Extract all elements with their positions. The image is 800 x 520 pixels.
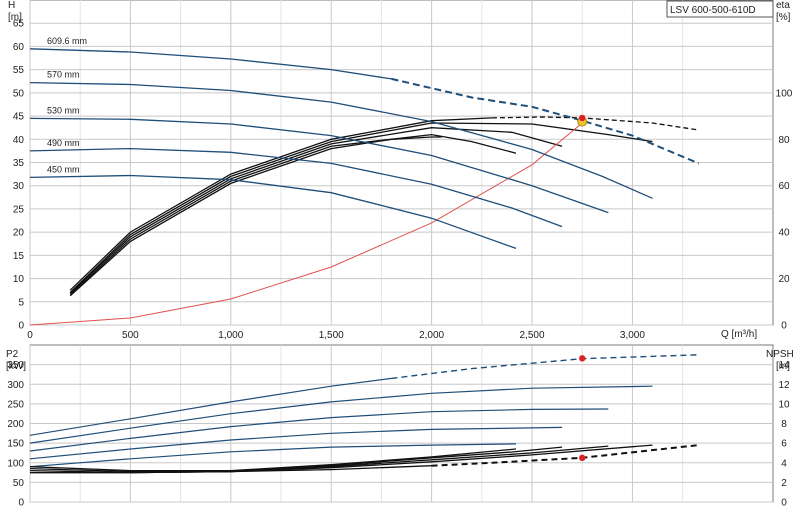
npsh-tick-label: 2	[781, 478, 787, 489]
impeller-diameter-label: 490 mm	[47, 138, 80, 148]
impeller-diameter-label: 570 mm	[47, 70, 80, 80]
p2-tick-label: 200	[7, 419, 24, 430]
pump-performance-chart: 0 500 1,000 1,500 2,000 2,500 3,00005101520253…	[6, 0, 794, 509]
y2-axis-unit: [%]	[776, 12, 791, 23]
p2-axis-label: P2	[6, 349, 19, 360]
impeller-diameter-label: 450 mm	[47, 164, 80, 174]
p2-tick-label: 150	[7, 439, 24, 450]
x-axis-label: Q [m³/h]	[721, 329, 757, 340]
x-tick-label: 2,000	[419, 330, 444, 341]
model-label: LSV 600-500-610D	[670, 5, 756, 16]
y-tick-label: 55	[13, 65, 25, 76]
y-tick-label: 20	[13, 228, 25, 239]
impeller-diameter-label: 609.6 mm	[47, 36, 87, 46]
y-tick-label: 10	[13, 274, 25, 285]
y2-tick-label: 60	[778, 181, 790, 192]
y-tick-label: 5	[18, 297, 24, 308]
y-axis-label: H	[8, 0, 15, 11]
x-tick-label: 1,000	[218, 330, 243, 341]
p2-tick-label: 250	[7, 399, 24, 410]
x-tick-label: 3,000	[620, 330, 645, 341]
npsh-tick-label: 0	[781, 498, 787, 509]
y-tick-label: 35	[13, 158, 25, 169]
npsh-axis-label: NPSH	[766, 349, 794, 360]
npsh-axis-unit: [m]	[776, 361, 790, 372]
x-tick-label: 0	[27, 330, 33, 341]
y-tick-label: 45	[13, 112, 25, 123]
y-tick-label: 40	[13, 135, 25, 146]
y-tick-label: 60	[13, 42, 25, 53]
y2-tick-label: 0	[781, 321, 787, 332]
p2-tick-label: 50	[13, 478, 25, 489]
y-tick-label: 50	[13, 88, 25, 99]
y-tick-label: 0	[18, 321, 24, 332]
y2-tick-label: 100	[776, 88, 793, 99]
x-tick-label: 1,500	[319, 330, 344, 341]
npsh-point	[579, 454, 586, 462]
power-npsh-chart: 05010015020025030035002468101214 P2 [kW]…	[6, 344, 794, 509]
head-efficiency-chart: 0 500 1,000 1,500 2,000 2,500 3,00005101520253…	[8, 0, 793, 341]
p2-tick-label: 100	[7, 458, 24, 469]
y-tick-label: 30	[13, 181, 25, 192]
npsh-tick-label: 10	[778, 399, 790, 410]
y2-tick-label: 20	[778, 274, 790, 285]
y-tick-label: 15	[13, 251, 25, 262]
p2-tick-label: 300	[7, 380, 24, 391]
npsh-tick-label: 8	[781, 419, 787, 430]
efficiency-point	[579, 114, 586, 122]
y2-tick-label: 40	[778, 228, 790, 239]
p2-tick-label: 0	[18, 498, 24, 509]
x-tick-label: 2,500	[520, 330, 545, 341]
power-point	[579, 355, 586, 362]
npsh-tick-label: 6	[781, 439, 787, 450]
npsh-tick-label: 4	[781, 458, 787, 469]
y-axis-unit: [m]	[8, 12, 22, 23]
impeller-diameter-label: 530 mm	[47, 105, 80, 115]
y-tick-label: 25	[13, 204, 25, 215]
y2-tick-label: 80	[778, 135, 790, 146]
npsh-tick-label: 12	[778, 380, 790, 391]
x-tick-label: 500	[122, 330, 139, 341]
p2-axis-unit: [kW]	[6, 361, 26, 372]
y2-axis-label: eta	[776, 0, 790, 11]
